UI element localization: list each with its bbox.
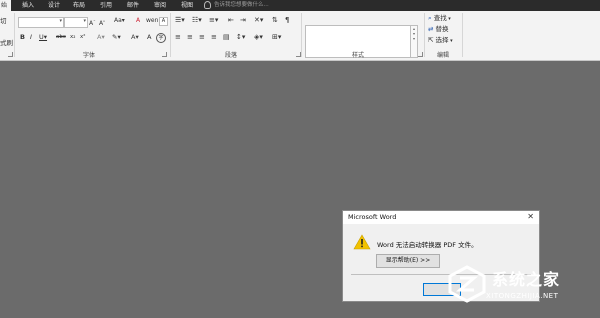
dialog-title-bar: Microsoft Word ✕	[343, 211, 539, 224]
numbering-icon[interactable]: ☷▾	[192, 16, 202, 24]
ribbon-tab-bar: 始 插入 设计 布局 引用 邮件 审阅 视图 告诉我您想要做什么...	[0, 0, 600, 11]
text-effects-icon[interactable]: A▾	[97, 33, 105, 41]
phonetic-guide-icon[interactable]: wen	[146, 17, 158, 25]
bold-icon[interactable]: B	[20, 33, 25, 41]
enclose-characters-icon[interactable]: A	[159, 17, 168, 26]
tab-review[interactable]: 审阅	[154, 0, 166, 11]
bullets-icon[interactable]: ☰▾	[175, 16, 185, 24]
lightbulb-icon	[204, 0, 211, 9]
justify-icon[interactable]: ≡	[211, 33, 217, 41]
replace-button[interactable]: ⇄ 替换	[428, 25, 449, 33]
styles-scrollbar[interactable]: ▴ ▾ ▾	[410, 25, 418, 58]
replace-icon: ⇄	[428, 25, 434, 33]
chevron-down-icon: ▾	[83, 18, 86, 24]
cut-button[interactable]: 切	[0, 17, 7, 25]
font-size-dropdown[interactable]: ▾	[64, 17, 88, 28]
borders-icon[interactable]: ⊞▾	[272, 33, 281, 41]
close-icon[interactable]: ✕	[527, 212, 534, 221]
align-right-icon[interactable]: ≡	[199, 33, 205, 41]
tab-references[interactable]: 引用	[100, 0, 112, 11]
show-hide-marks-icon[interactable]: ¶	[285, 16, 289, 24]
dialog-message: Word 无法启动转换器 PDF 文件。	[377, 241, 478, 249]
format-painter-button[interactable]: 式刷	[0, 39, 13, 47]
find-label: 查找	[433, 14, 447, 22]
separator	[462, 13, 463, 57]
tab-view[interactable]: 视图	[181, 0, 193, 11]
watermark: 系统之家 XITONGZHIJIA.NET	[440, 262, 600, 318]
font-launcher-icon[interactable]	[162, 52, 167, 57]
styles-group-label: 样式	[352, 52, 365, 59]
show-help-button[interactable]: 显示帮助(E) >>	[376, 254, 440, 268]
dialog-title: Microsoft Word	[348, 213, 397, 221]
chevron-down-icon: ▾	[448, 38, 453, 44]
watermark-brand: 系统之家	[492, 270, 561, 289]
chinese-layout-icon[interactable]: ✕▾	[254, 16, 263, 24]
font-group-label: 字体	[83, 52, 96, 59]
separator	[424, 13, 425, 57]
separator	[14, 13, 15, 57]
grow-font-icon[interactable]: A^	[89, 17, 96, 28]
paragraph-group-label: 段落	[225, 52, 238, 59]
chevron-down-icon: ▾	[446, 16, 451, 22]
font-color-icon[interactable]: A▾	[131, 33, 139, 41]
tell-me-search[interactable]: 告诉我您想要做什么...	[204, 0, 269, 11]
shading-icon[interactable]: ◈▾	[254, 33, 263, 41]
tab-layout[interactable]: 布局	[73, 0, 85, 11]
align-center-icon[interactable]: ≡	[187, 33, 193, 41]
chevron-down-icon: ▾	[59, 18, 62, 24]
tab-insert[interactable]: 插入	[22, 0, 34, 11]
ribbon: 切 式刷 ▾ ▾ A^ Av Aa▾ A wen A B I U▾ abc x₂…	[0, 11, 600, 61]
tab-mailings[interactable]: 邮件	[127, 0, 139, 11]
multilevel-list-icon[interactable]: ≡▾	[209, 16, 218, 24]
editing-group-label: 编辑	[437, 52, 450, 59]
watermark-url: XITONGZHIJIA.NET	[486, 292, 559, 300]
superscript-icon[interactable]: x²	[80, 33, 85, 41]
select-button[interactable]: ⇱ 选择 ▾	[428, 36, 453, 45]
highlight-icon[interactable]: ✎▾	[112, 33, 121, 41]
underline-icon[interactable]: U▾	[39, 33, 47, 41]
line-spacing-icon[interactable]: ↕▾	[236, 33, 245, 41]
find-button[interactable]: ⌕ 查找 ▾	[428, 14, 451, 23]
clipboard-launcher-icon[interactable]	[8, 52, 13, 57]
increase-indent-icon[interactable]: ⇥	[240, 16, 246, 24]
sort-icon[interactable]: ⇅	[272, 16, 278, 24]
tab-design[interactable]: 设计	[48, 0, 60, 11]
search-icon: ⌕	[428, 14, 432, 22]
align-left-icon[interactable]: ≡	[175, 33, 181, 41]
tab-home[interactable]: 始	[0, 0, 11, 11]
separator	[301, 13, 302, 57]
clear-formatting-icon[interactable]: A	[136, 17, 140, 25]
separator	[170, 13, 171, 57]
enclosed-character-icon[interactable]: 字	[156, 33, 166, 43]
select-icon: ⇱	[428, 36, 434, 44]
shrink-font-icon[interactable]: Av	[99, 17, 105, 28]
font-name-dropdown[interactable]: ▾	[18, 17, 64, 28]
italic-icon[interactable]: I	[30, 33, 32, 41]
styles-launcher-icon[interactable]	[418, 52, 423, 57]
strikethrough-icon[interactable]: abc	[56, 33, 66, 41]
watermark-logo-icon	[448, 265, 486, 303]
decrease-indent-icon[interactable]: ⇤	[228, 16, 234, 24]
replace-label: 替换	[435, 25, 449, 33]
distributed-icon[interactable]: ▤	[223, 33, 230, 41]
subscript-icon[interactable]: x₂	[70, 33, 75, 41]
select-label: 选择	[435, 36, 449, 44]
tell-me-placeholder: 告诉我您想要做什么...	[214, 2, 269, 8]
character-shading-icon[interactable]: A	[147, 33, 151, 41]
change-case-icon[interactable]: Aa▾	[114, 17, 125, 25]
warning-icon	[353, 234, 371, 254]
